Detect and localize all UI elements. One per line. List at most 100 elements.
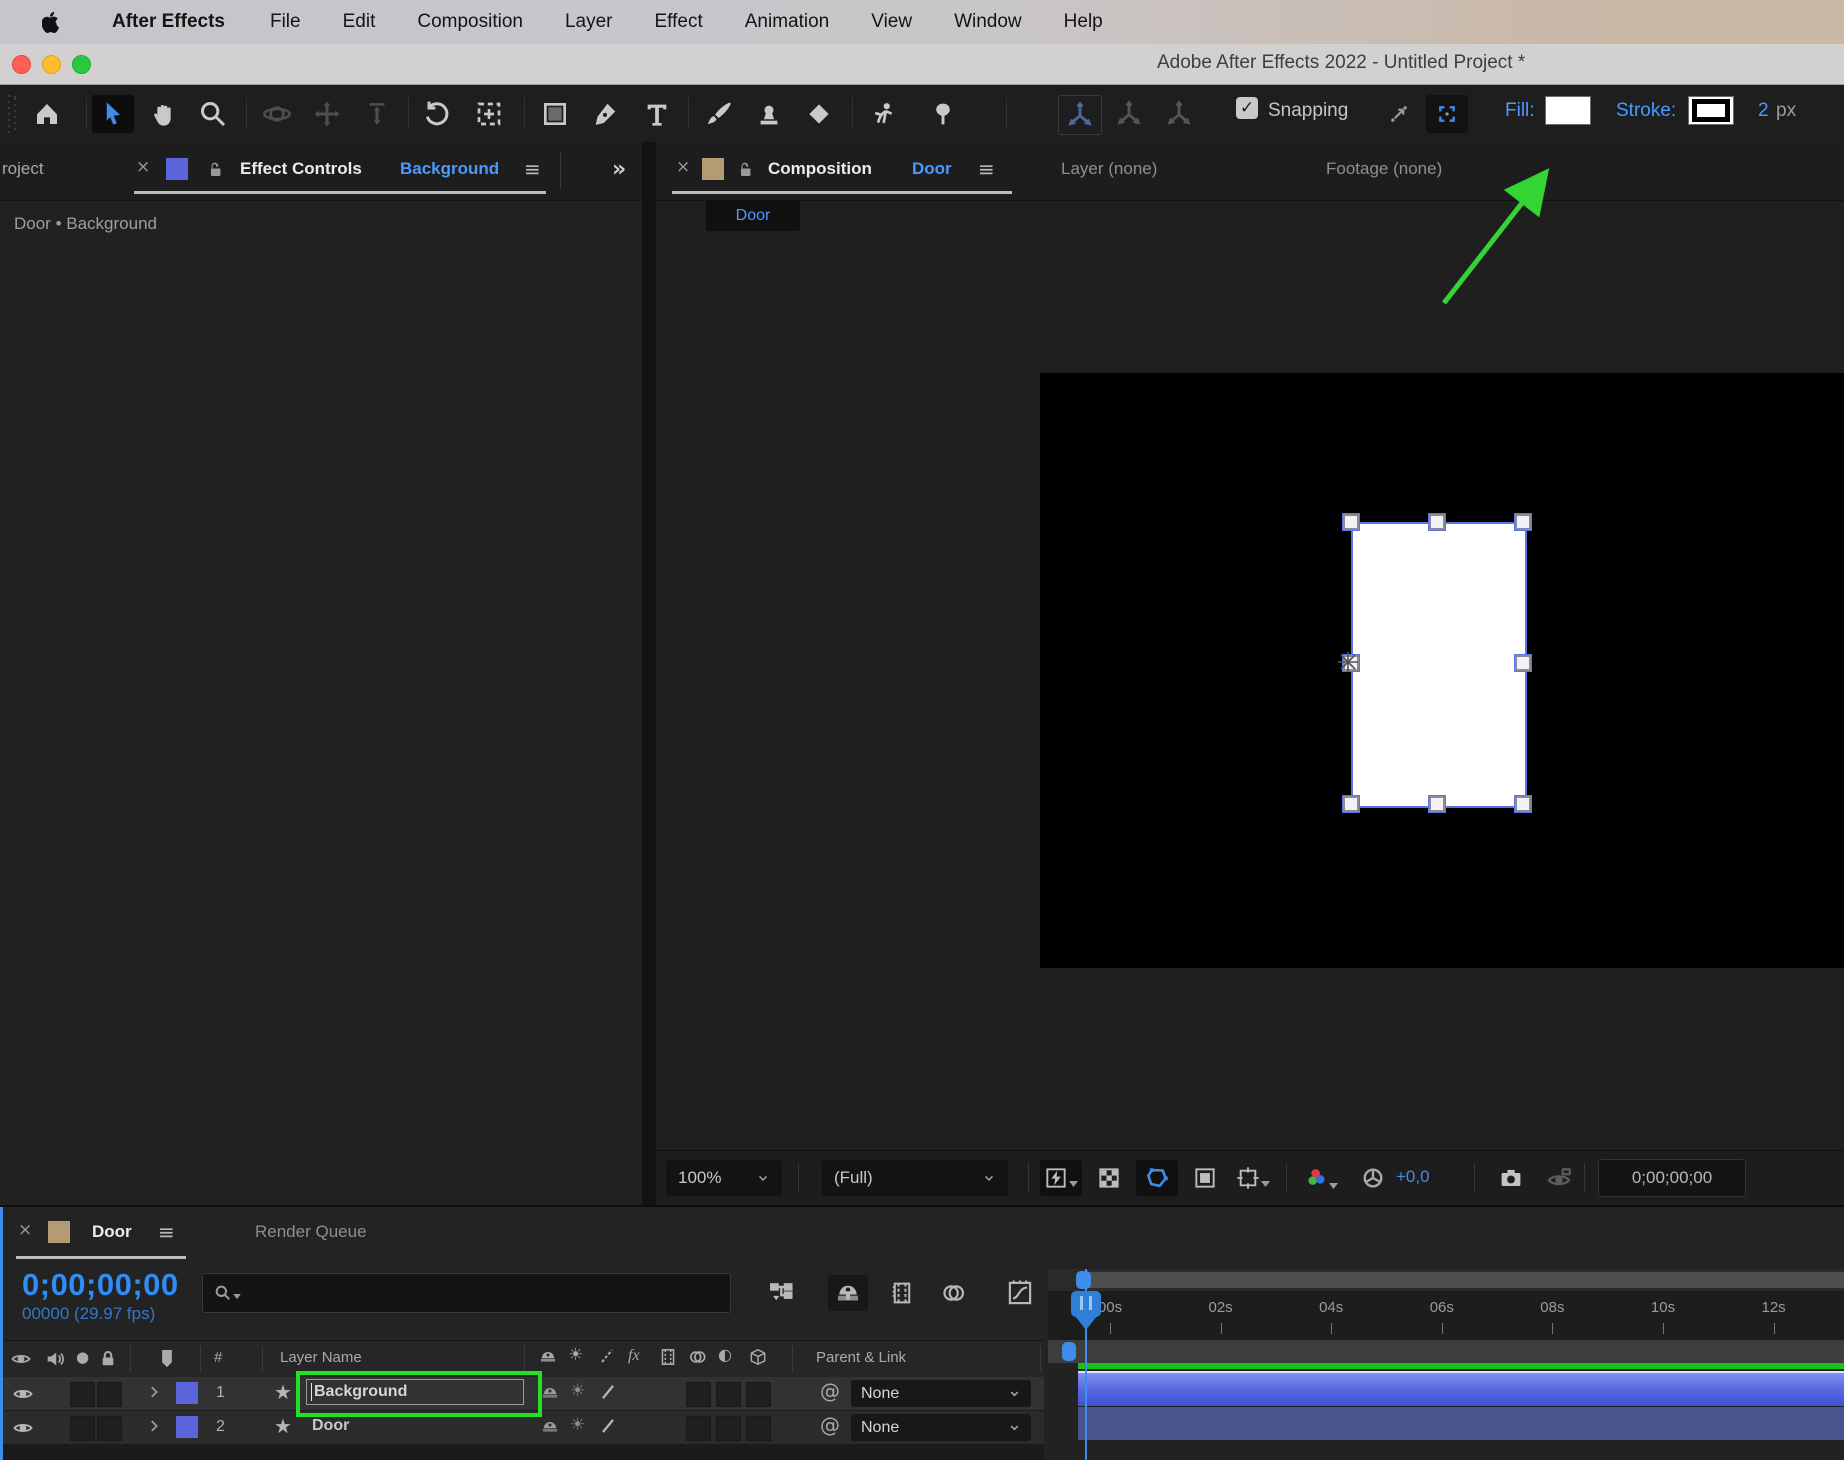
tab-composition[interactable]: Composition (768, 159, 872, 179)
menu-item-window[interactable]: Window (933, 11, 1043, 33)
anchor-point-icon[interactable] (1336, 650, 1360, 674)
tab-close-icon[interactable]: × (136, 159, 150, 176)
parent-dropdown[interactable]: None (851, 1380, 1031, 1407)
unlock-icon[interactable] (206, 158, 226, 180)
channels-button[interactable] (1300, 1160, 1342, 1196)
eye-icon[interactable] (12, 1383, 34, 1405)
project-tab-fragment[interactable]: roject (2, 159, 44, 179)
frame-blending-icon[interactable] (882, 1275, 922, 1311)
grid-and-guides-button[interactable] (1232, 1160, 1274, 1196)
layer-label-swatch[interactable] (176, 1416, 198, 1438)
tab-effect-controls-target[interactable]: Background (400, 159, 499, 179)
menu-item-edit[interactable]: Edit (322, 11, 397, 33)
expand-chevron-icon[interactable] (146, 1418, 162, 1434)
playhead-handle[interactable] (1071, 1291, 1101, 1317)
effects-switch-cell[interactable] (686, 1382, 711, 1407)
threed-switch-cell[interactable] (746, 1382, 771, 1407)
tab-layer-viewer[interactable]: Layer (none) (1061, 159, 1157, 179)
rotation-tool[interactable] (416, 95, 458, 133)
snapping-checkbox[interactable]: ✓ (1236, 97, 1258, 119)
menu-item-after-effects[interactable]: After Effects (88, 11, 249, 33)
selection-handle-top-right[interactable] (1515, 514, 1531, 530)
tab-composition-target[interactable]: Door (912, 159, 952, 179)
apple-logo-icon[interactable] (42, 11, 60, 33)
stroke-label[interactable]: Stroke: (1616, 100, 1676, 122)
brush-tool[interactable] (698, 95, 740, 133)
window-minimize-button[interactable] (42, 55, 61, 74)
window-close-button[interactable] (12, 55, 31, 74)
lock-toggle[interactable] (97, 1382, 122, 1407)
layer-bar-door[interactable] (1078, 1407, 1844, 1440)
selected-shape-rectangle[interactable] (1351, 522, 1527, 808)
dolly-camera-tool[interactable] (356, 95, 398, 133)
puppet-pin-tool[interactable] (922, 95, 964, 133)
layer-name-text[interactable]: Door (312, 1417, 349, 1435)
panel-overflow-icon[interactable]: » (612, 159, 626, 181)
solo-toggle[interactable] (70, 1416, 95, 1441)
layer-bar-background[interactable] (1078, 1371, 1844, 1406)
snapshot-camera-icon[interactable] (1490, 1160, 1532, 1196)
type-tool[interactable] (636, 95, 678, 133)
menu-item-animation[interactable]: Animation (724, 11, 851, 33)
stroke-color-swatch[interactable] (1688, 96, 1734, 125)
selection-handle-mid-right[interactable] (1515, 655, 1531, 671)
eraser-tool[interactable] (798, 95, 840, 133)
show-snapshot-icon[interactable] (1538, 1160, 1580, 1196)
pen-tool[interactable] (584, 95, 626, 133)
zoom-tool[interactable] (192, 95, 234, 133)
stroke-width-value[interactable]: 2 (1758, 100, 1769, 122)
panel-menu-icon[interactable]: ≡ (524, 159, 541, 179)
menu-item-effect[interactable]: Effect (634, 11, 724, 33)
resolution-dropdown[interactable]: (Full) (822, 1160, 1008, 1196)
exposure-icon[interactable] (1352, 1160, 1394, 1196)
tab-close-icon[interactable]: × (18, 1222, 32, 1239)
parent-dropdown[interactable]: None (851, 1414, 1031, 1441)
menu-item-composition[interactable]: Composition (396, 11, 544, 33)
solo-toggle[interactable] (70, 1382, 95, 1407)
fast-previews-button[interactable] (1040, 1160, 1082, 1196)
composition-viewport[interactable] (1040, 373, 1844, 968)
hand-tool[interactable] (142, 95, 184, 133)
expand-chevron-icon[interactable] (146, 1384, 162, 1400)
pickwhip-icon[interactable]: @ (820, 1415, 840, 1435)
threed-switch-cell[interactable] (746, 1416, 771, 1441)
time-navigator-strip[interactable] (1048, 1340, 1844, 1363)
pickwhip-icon[interactable]: @ (820, 1381, 840, 1401)
menu-item-help[interactable]: Help (1043, 11, 1124, 33)
lock-toggle[interactable] (97, 1416, 122, 1441)
window-zoom-button[interactable] (72, 55, 91, 74)
fill-color-swatch[interactable] (1545, 96, 1591, 125)
panel-menu-icon[interactable]: ≡ (978, 159, 995, 179)
effects-switch-cell[interactable] (686, 1416, 711, 1441)
quality-toggle-icon[interactable] (598, 1382, 618, 1402)
work-area-strip[interactable] (1048, 1269, 1844, 1291)
motionblur-switch-cell[interactable] (716, 1382, 741, 1407)
tab-render-queue[interactable]: Render Queue (255, 1222, 367, 1242)
timeline-search-input[interactable] (202, 1273, 731, 1313)
region-of-interest-button[interactable] (1184, 1160, 1226, 1196)
motionblur-switch-cell[interactable] (716, 1416, 741, 1441)
menu-item-view[interactable]: View (850, 11, 933, 33)
selection-handle-top-left[interactable] (1343, 514, 1359, 530)
selection-handle-bottom-right[interactable] (1515, 796, 1531, 812)
roi-tool[interactable] (468, 95, 510, 133)
tab-footage-viewer[interactable]: Footage (none) (1326, 159, 1442, 179)
quality-toggle-icon[interactable] (598, 1416, 618, 1436)
menu-item-layer[interactable]: Layer (544, 11, 634, 33)
navigator-start-handle[interactable] (1062, 1342, 1076, 1361)
transparency-grid-button[interactable] (1088, 1160, 1130, 1196)
mask-visibility-button[interactable] (1136, 1160, 1178, 1196)
rasterize-toggle-icon[interactable]: ☀ (570, 1417, 585, 1434)
viewer-timecode[interactable]: 0;00;00;00 (1598, 1159, 1746, 1197)
comp-selector-button[interactable]: Door (706, 201, 800, 231)
panel-menu-icon[interactable]: ≡ (158, 1222, 175, 1242)
layer-label-swatch[interactable] (176, 1382, 198, 1404)
orbit-camera-tool[interactable] (256, 95, 298, 133)
selection-handle-bottom-left[interactable] (1343, 796, 1359, 812)
clone-stamp-tool[interactable] (748, 95, 790, 133)
pan-camera-tool[interactable] (306, 95, 348, 133)
panel-splitter[interactable] (642, 142, 656, 1205)
work-area-bar[interactable] (1078, 1272, 1844, 1288)
rasterize-toggle-icon[interactable]: ☀ (570, 1383, 585, 1400)
parent-link-column-header[interactable]: Parent & Link (816, 1349, 906, 1366)
